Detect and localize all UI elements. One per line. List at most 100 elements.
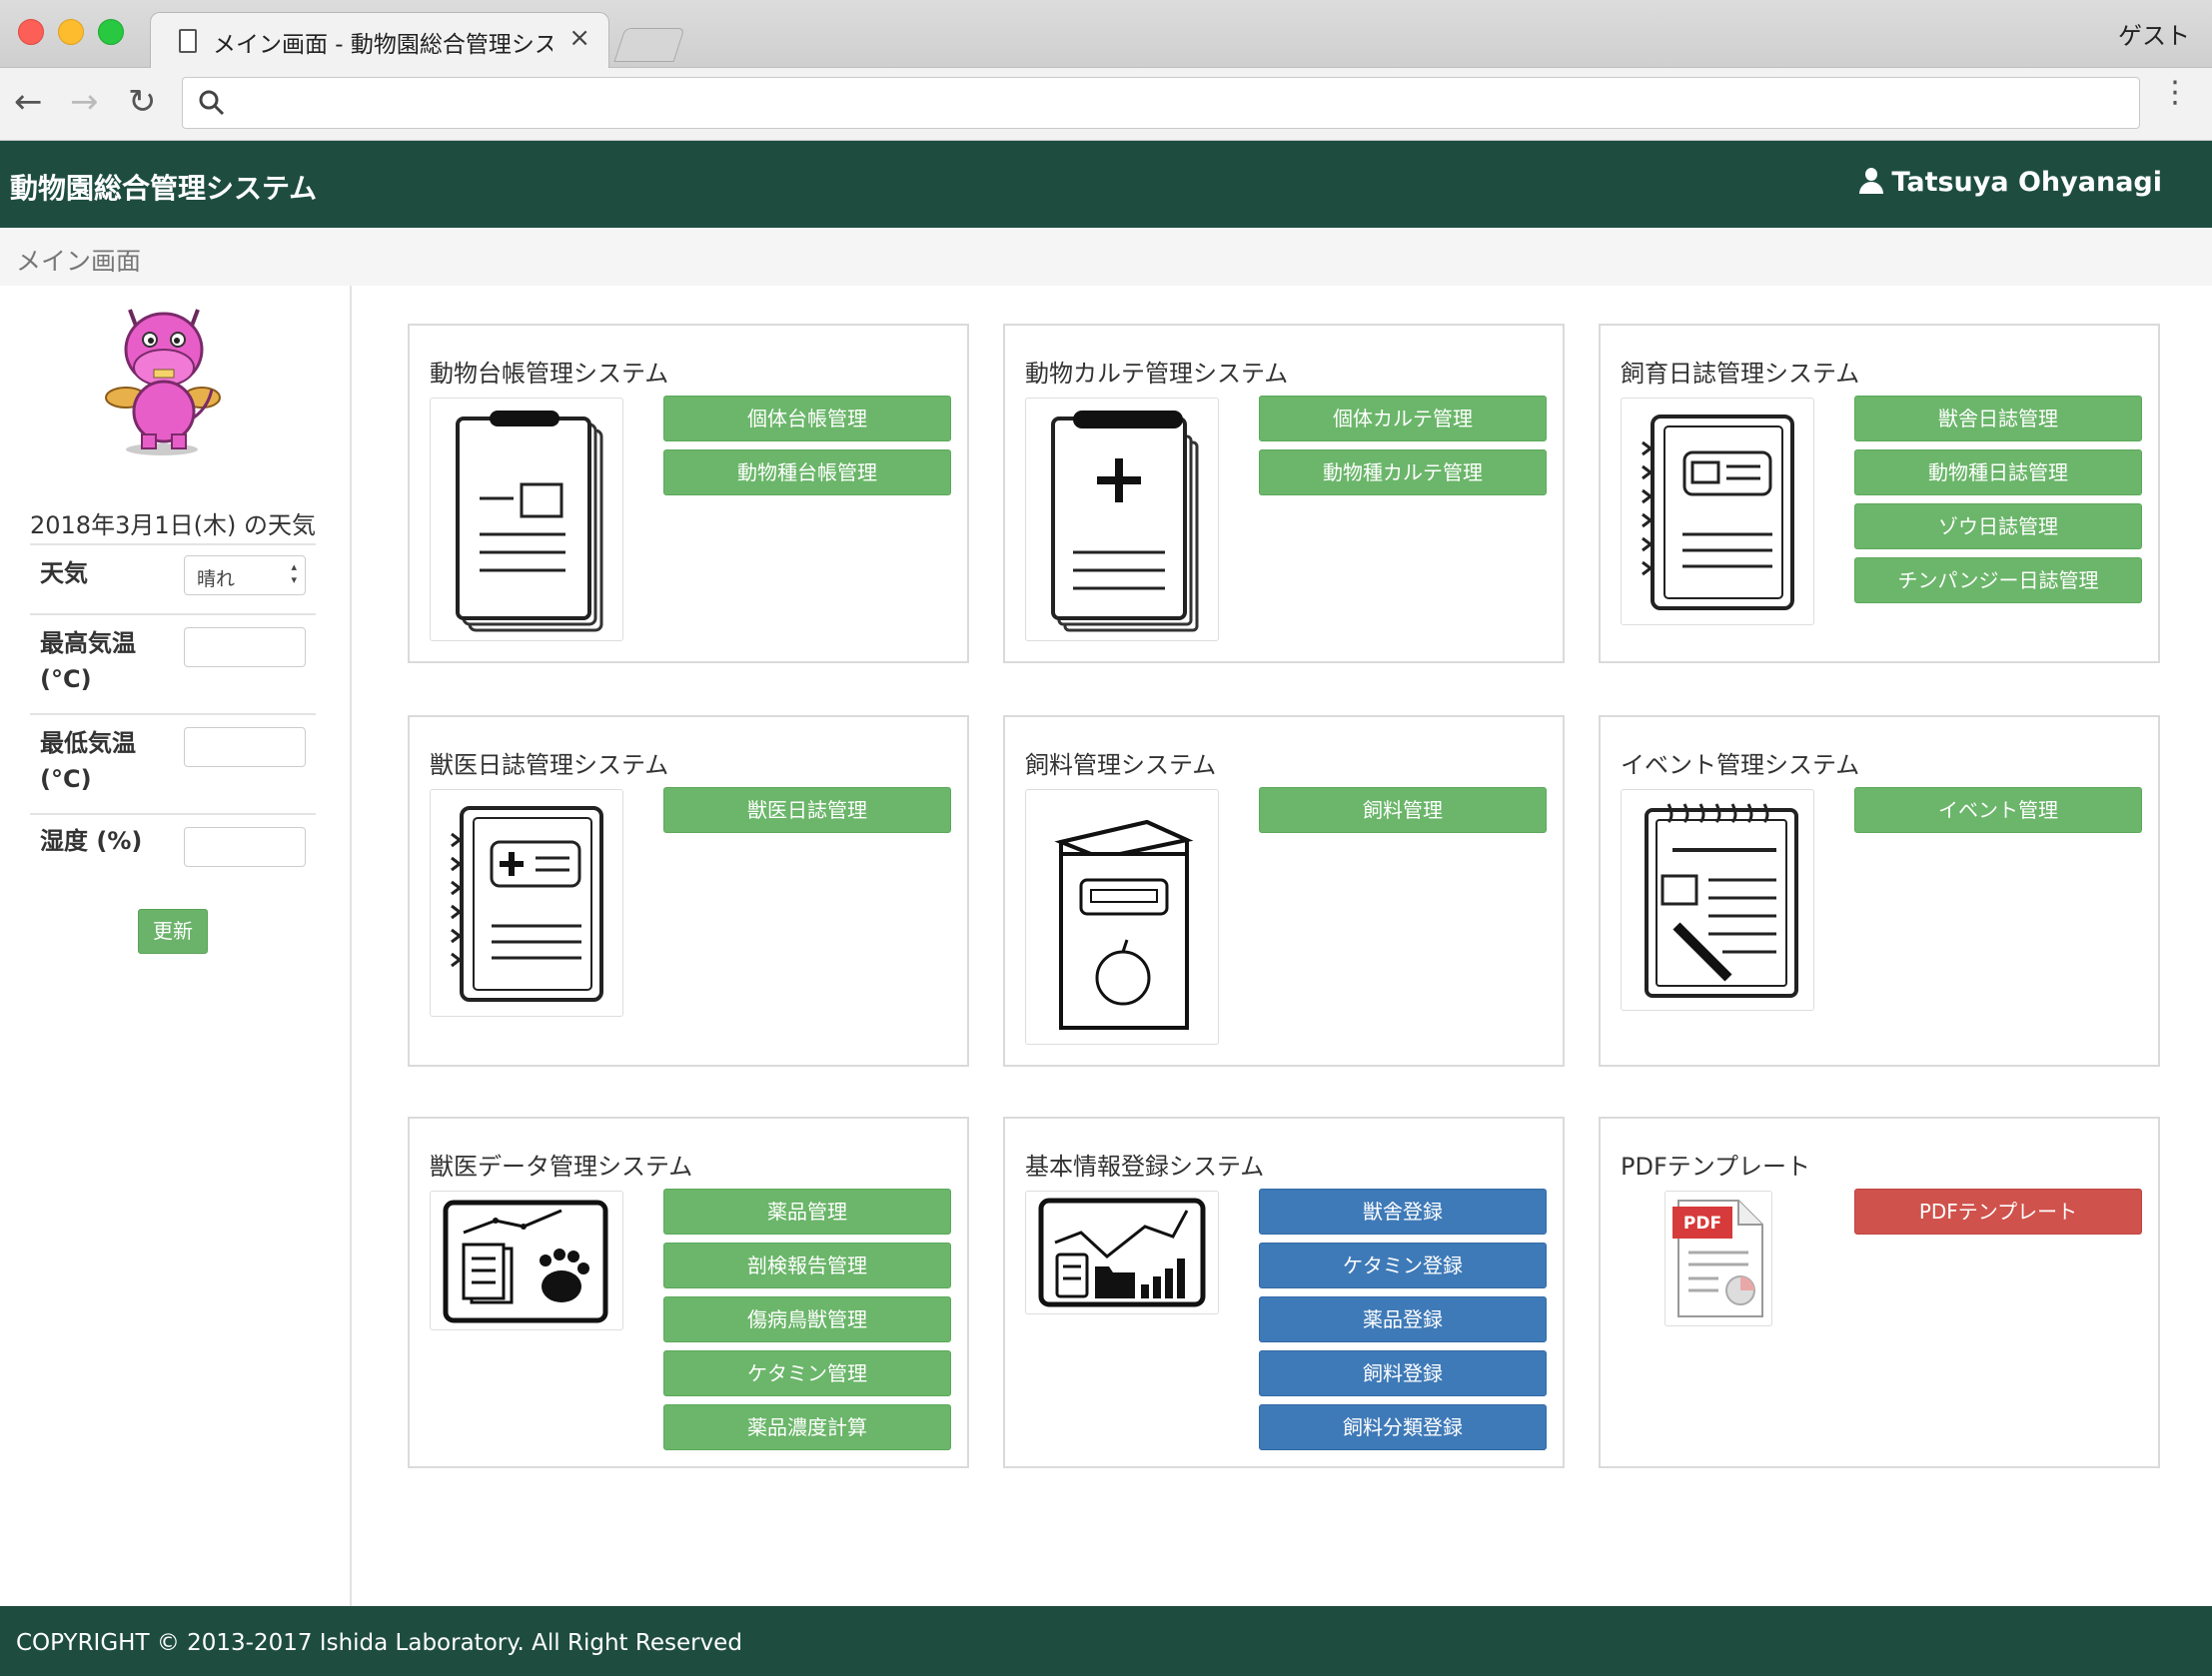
- back-arrow-icon[interactable]: ←: [14, 82, 43, 122]
- panel-vet-diary: 獣医日誌管理システム 獣医日誌管理: [408, 715, 969, 1067]
- update-button[interactable]: 更新: [138, 909, 208, 954]
- species-ledger-button[interactable]: 動物種台帳管理: [663, 449, 951, 495]
- clipboard-icon: [430, 398, 623, 641]
- panel-title: 動物カルテ管理システム: [1025, 360, 1289, 388]
- button-group: イベント管理: [1854, 787, 2142, 841]
- panel-event: イベント管理システム イベント管理: [1599, 715, 2160, 1067]
- browser-tab-active[interactable]: メイン画面 - 動物園総合管理システム ×: [150, 12, 609, 69]
- humidity-label: 湿度 (%): [40, 827, 143, 855]
- max-temp-row: 最高気温 (°C): [30, 613, 316, 713]
- species-diary-button[interactable]: 動物種日誌管理: [1854, 449, 2142, 495]
- panel-pdf-template: PDFテンプレート PDF PDFテンプレート: [1599, 1117, 2160, 1468]
- panel-title: 飼育日誌管理システム: [1621, 360, 1860, 388]
- species-chart-button[interactable]: 動物種カルテ管理: [1259, 449, 1547, 495]
- basic-info-icon: [1025, 1191, 1219, 1314]
- autopsy-report-button[interactable]: 剖検報告管理: [663, 1243, 951, 1288]
- weather-row: 天気 晴れ: [30, 543, 316, 613]
- max-temp-label: 最高気温: [40, 629, 136, 657]
- user-menu[interactable]: Tatsuya Ohyanagi: [1859, 167, 2162, 198]
- panel-title: 獣医日誌管理システム: [430, 751, 669, 779]
- pdf-template-button[interactable]: PDFテンプレート: [1854, 1189, 2142, 1235]
- panel-animal-ledger: 動物台帳管理システム 個体台帳管理 動物種台帳管理: [408, 324, 969, 663]
- panel-title: 基本情報登録システム: [1025, 1153, 1265, 1181]
- user-name: Tatsuya Ohyanagi: [1891, 167, 2162, 198]
- humidity-input[interactable]: [184, 827, 306, 867]
- weather-label: 天気: [40, 559, 88, 587]
- user-icon: [1859, 168, 1884, 194]
- panel-breeding-diary: 飼育日誌管理システム 獣舎日誌管理 動物種日誌管理 ゾウ日誌管理 チンパンジー日…: [1599, 324, 2160, 663]
- reload-icon[interactable]: ↻: [128, 82, 157, 122]
- enclosure-register-button[interactable]: 獣舎登録: [1259, 1189, 1547, 1235]
- breadcrumb-current: メイン画面: [16, 247, 142, 276]
- medical-chart-icon: [1025, 398, 1219, 641]
- button-group: 獣舎登録 ケタミン登録 薬品登録 飼料登録 飼料分類登録: [1259, 1189, 1547, 1458]
- min-temp-unit: (°C): [40, 765, 92, 793]
- event-notepad-icon: [1621, 789, 1814, 1011]
- max-temp-input[interactable]: [184, 627, 306, 667]
- vet-notebook-icon: [430, 789, 623, 1017]
- browser-menu-icon[interactable]: ⋮: [2160, 78, 2190, 108]
- panel-title: 飼料管理システム: [1025, 751, 1217, 779]
- hippo-mascot-image: [105, 309, 221, 455]
- pdf-file-icon: PDF: [1664, 1191, 1772, 1326]
- min-temp-label: 最低気温: [40, 729, 136, 757]
- ketamine-management-button[interactable]: ケタミン管理: [663, 1350, 951, 1396]
- ketamine-register-button[interactable]: ケタミン登録: [1259, 1243, 1547, 1288]
- notebook-icon: [1621, 398, 1814, 625]
- button-group: 獣医日誌管理: [663, 787, 951, 841]
- document-icon: [179, 29, 197, 53]
- chimpanzee-diary-button[interactable]: チンパンジー日誌管理: [1854, 557, 2142, 603]
- sidebar: 2018年3月1日(木) の天気 天気 晴れ 最高気温 (°C) 最低気温 (°…: [0, 286, 352, 1606]
- min-temp-row: 最低気温 (°C): [30, 713, 316, 813]
- vet-data-icon: [430, 1191, 623, 1330]
- copyright-text: COPYRIGHT © 2013-2017 Ishida Laboratory.…: [16, 1630, 742, 1656]
- medicine-concentration-button[interactable]: 薬品濃度計算: [663, 1404, 951, 1450]
- window-close-button[interactable]: [18, 19, 44, 45]
- weather-title: 2018年3月1日(木) の天気: [30, 511, 316, 539]
- weather-select[interactable]: 晴れ: [184, 555, 306, 595]
- pdf-badge-label: PDF: [1683, 1214, 1721, 1234]
- medicine-management-button[interactable]: 薬品管理: [663, 1189, 951, 1235]
- enclosure-diary-button[interactable]: 獣舎日誌管理: [1854, 396, 2142, 441]
- panel-title: 獣医データ管理システム: [430, 1153, 693, 1181]
- footer: COPYRIGHT © 2013-2017 Ishida Laboratory.…: [0, 1606, 2212, 1676]
- feed-management-button[interactable]: 飼料管理: [1259, 787, 1547, 833]
- button-group: 薬品管理 剖検報告管理 傷病鳥獣管理 ケタミン管理 薬品濃度計算: [663, 1189, 951, 1458]
- feed-book-icon: [1025, 789, 1219, 1045]
- panel-title: 動物台帳管理システム: [430, 360, 669, 388]
- individual-chart-button[interactable]: 個体カルテ管理: [1259, 396, 1547, 441]
- feed-register-button[interactable]: 飼料登録: [1259, 1350, 1547, 1396]
- forward-arrow-icon[interactable]: →: [70, 82, 99, 122]
- button-group: 獣舎日誌管理 動物種日誌管理 ゾウ日誌管理 チンパンジー日誌管理: [1854, 396, 2142, 611]
- button-group: 飼料管理: [1259, 787, 1547, 841]
- panel-title: PDFテンプレート: [1621, 1153, 1811, 1181]
- injured-wildlife-button[interactable]: 傷病鳥獣管理: [663, 1296, 951, 1342]
- app-header: 動物園総合管理システム Tatsuya Ohyanagi: [0, 141, 2212, 228]
- panel-animal-chart: 動物カルテ管理システム 個体カルテ管理 動物種カルテ管理: [1003, 324, 1565, 663]
- search-icon: [199, 90, 225, 116]
- event-management-button[interactable]: イベント管理: [1854, 787, 2142, 833]
- max-temp-unit: (°C): [40, 665, 92, 693]
- panel-title: イベント管理システム: [1621, 751, 1860, 779]
- window-zoom-button[interactable]: [98, 19, 124, 45]
- elephant-diary-button[interactable]: ゾウ日誌管理: [1854, 503, 2142, 549]
- min-temp-input[interactable]: [184, 727, 306, 767]
- window-minimize-button[interactable]: [58, 19, 84, 45]
- individual-ledger-button[interactable]: 個体台帳管理: [663, 396, 951, 441]
- tab-title: メイン画面 - 動物園総合管理システム: [213, 32, 553, 58]
- new-tab-button[interactable]: [613, 28, 685, 62]
- address-bar[interactable]: [182, 77, 2140, 129]
- medicine-register-button[interactable]: 薬品登録: [1259, 1296, 1547, 1342]
- vet-diary-button[interactable]: 獣医日誌管理: [663, 787, 951, 833]
- browser-toolbar: ← → ↻ ⋮: [0, 68, 2212, 141]
- panel-feed: 飼料管理システム 飼料管理: [1003, 715, 1565, 1067]
- button-group: 個体カルテ管理 動物種カルテ管理: [1259, 396, 1547, 503]
- browser-tab-bar: メイン画面 - 動物園総合管理システム × ゲスト: [0, 0, 2212, 69]
- feed-category-register-button[interactable]: 飼料分類登録: [1259, 1404, 1547, 1450]
- tab-close-icon[interactable]: ×: [568, 23, 590, 53]
- button-group: PDFテンプレート: [1854, 1189, 2142, 1243]
- app-title[interactable]: 動物園総合管理システム: [10, 167, 317, 207]
- button-group: 個体台帳管理 動物種台帳管理: [663, 396, 951, 503]
- panel-vet-data: 獣医データ管理システム 薬品管理 剖検報告管理 傷病鳥獣管理 ケタミン管理 薬品…: [408, 1117, 969, 1468]
- profile-label[interactable]: ゲスト: [2118, 16, 2190, 51]
